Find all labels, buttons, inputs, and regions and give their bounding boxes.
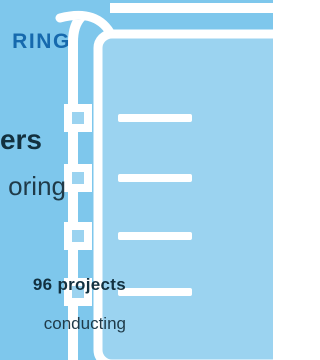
checkbox-inner xyxy=(72,230,84,242)
section-subheading: oring xyxy=(8,171,66,201)
checklist-line xyxy=(118,232,192,240)
checklist-line xyxy=(118,174,192,182)
description-text: conducting xyxy=(43,314,126,333)
checklist-line xyxy=(118,288,192,296)
section-tag: RING xyxy=(12,30,71,53)
checklist-line xyxy=(118,114,192,122)
checkbox-inner xyxy=(72,112,84,124)
checkbox-inner xyxy=(72,172,84,184)
infographic-canvas: RING ers oring 96 projects conducting xyxy=(0,0,273,360)
clipboard-page xyxy=(93,29,273,360)
section-heading: ers xyxy=(0,124,42,155)
project-count-stat: 96 projects xyxy=(32,275,126,294)
